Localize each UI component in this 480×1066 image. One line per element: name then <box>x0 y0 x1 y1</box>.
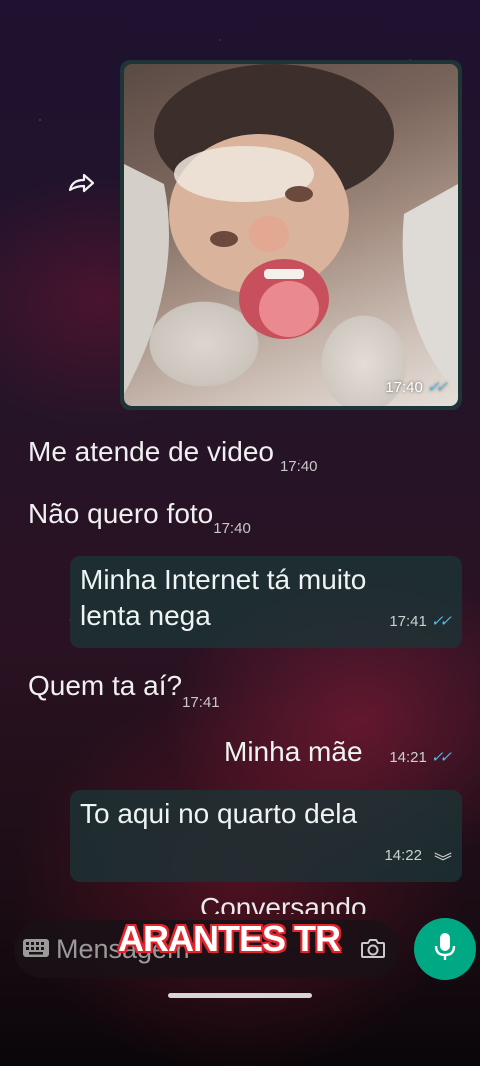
message-text-line1: Minha Internet tá muito <box>80 564 367 595</box>
photo-message-row: 17:40 ✓✓ <box>0 60 480 410</box>
incoming-message[interactable]: Quem ta aí?17:41 <box>28 668 220 711</box>
message-text: Não quero foto <box>28 498 214 529</box>
partial-outgoing-message: Conversando <box>200 892 367 914</box>
outgoing-message[interactable]: Minha Internet tá muito lenta nega 17:41… <box>70 556 462 648</box>
outgoing-message[interactable]: To aqui no quarto dela 14:22 ︾ <box>70 790 462 882</box>
camera-icon[interactable] <box>360 936 386 960</box>
forward-icon[interactable] <box>66 170 98 196</box>
message-time: 17:40 <box>279 458 318 475</box>
double-check-icon: ✓✓ <box>426 379 448 396</box>
home-indicator[interactable] <box>168 993 312 998</box>
incoming-message[interactable]: Me atende de video 17:40 <box>28 434 318 475</box>
message-meta: 17:41 ✓✓ <box>389 604 452 640</box>
keyboard-icon[interactable] <box>22 938 50 958</box>
double-check-icon: ✓✓ <box>430 613 452 630</box>
watermark-text: ARANTES TR <box>118 918 341 959</box>
message-text: Me atende de video <box>28 436 274 467</box>
photo-bubble[interactable]: 17:40 ✓✓ <box>120 60 462 410</box>
chevron-down-icon[interactable]: ︾ <box>434 844 452 880</box>
message-time: 14:21 <box>389 749 427 766</box>
message-time: 17:40 <box>213 520 251 537</box>
message-time: 14:22 <box>384 847 422 864</box>
photo-image[interactable]: 17:40 ✓✓ <box>124 64 458 406</box>
mic-icon <box>434 932 456 967</box>
double-check-icon: ✓✓ <box>430 749 452 766</box>
message-text: To aqui no quarto dela <box>80 798 358 829</box>
message-meta: 14:21 ✓✓ <box>389 740 452 776</box>
message-time: 17:41 <box>389 613 427 630</box>
message-meta: 14:22 <box>384 838 422 874</box>
message-text: Minha mãe <box>224 736 363 767</box>
message-time: 17:41 <box>182 694 220 711</box>
message-text: Quem ta aí? <box>28 670 183 701</box>
outgoing-message[interactable]: Minha mãe 14:21 ✓✓ <box>214 730 462 778</box>
incoming-message[interactable]: Não quero foto17:40 <box>28 496 251 537</box>
photo-timestamp: 17:40 ✓✓ <box>385 378 448 397</box>
mic-button[interactable] <box>414 918 476 980</box>
